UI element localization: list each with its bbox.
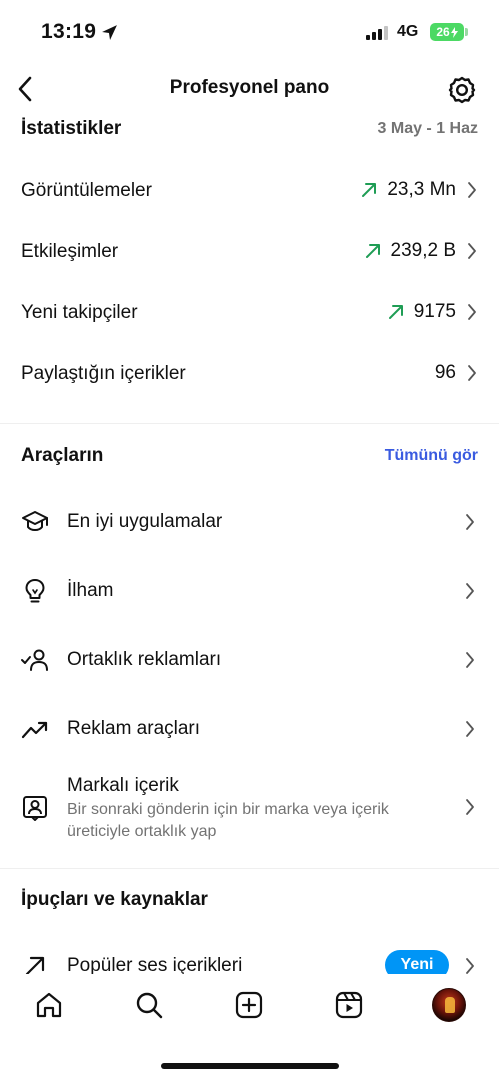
section-divider <box>0 423 499 424</box>
network-type: 4G <box>397 23 419 40</box>
stat-value: 23,3 Mn <box>387 179 456 200</box>
trend-up-icon <box>362 183 377 197</box>
trend-up-icon <box>388 305 403 319</box>
chevron-right-icon <box>468 182 476 198</box>
chevron-right-icon <box>468 304 476 320</box>
battery-level: 26 <box>436 25 450 39</box>
chevron-right-icon <box>466 799 474 815</box>
stat-row-interactions[interactable]: Etkileşimler 239,2 B <box>0 223 499 283</box>
tool-label: İlham <box>67 580 114 601</box>
chevron-right-icon <box>466 514 474 530</box>
page-title: Profesyonel pano <box>169 77 330 98</box>
tool-label: Reklam araçları <box>67 718 201 739</box>
status-time: 13:19 <box>41 20 97 43</box>
nav-bar: Profesyonel pano <box>0 64 499 114</box>
trend-up-icon <box>365 244 380 258</box>
graduation-cap-icon <box>20 507 50 537</box>
tip-row-popular-audio[interactable]: Popüler ses içerikleri Yeni <box>0 944 499 974</box>
reels-icon <box>335 991 363 1019</box>
tab-home[interactable] <box>32 988 66 1022</box>
chevron-right-icon <box>466 721 474 737</box>
charging-bolt-icon <box>450 26 458 38</box>
chevron-right-icon <box>468 243 476 259</box>
stat-label: Yeni takipçiler <box>21 302 138 323</box>
trending-up-icon <box>20 714 50 744</box>
home-indicator <box>161 1063 339 1069</box>
tool-label: Popüler ses içerikleri <box>67 955 243 974</box>
tab-search[interactable] <box>132 988 166 1022</box>
insights-header: İstatistikler 3 May - 1 Haz <box>0 114 499 148</box>
chevron-right-icon <box>466 583 474 599</box>
stat-value: 96 <box>434 362 456 383</box>
tab-reels[interactable] <box>332 988 366 1022</box>
plus-square-icon <box>235 991 263 1019</box>
cellular-signal-icon <box>366 26 388 40</box>
tool-label: Markalı içerik <box>67 775 179 796</box>
date-range: 3 May - 1 Haz <box>377 120 478 137</box>
section-divider <box>0 868 499 869</box>
battery-cap <box>465 28 468 36</box>
chevron-right-icon <box>466 958 474 974</box>
partner-check-icon <box>20 645 50 675</box>
bottom-tab-bar <box>0 974 499 1040</box>
search-icon <box>136 992 163 1019</box>
tab-create[interactable] <box>232 988 266 1022</box>
tips-header: İpuçları ve kaynaklar <box>0 885 499 919</box>
stat-label: Paylaştığın içerikler <box>21 363 186 384</box>
battery-indicator: 26 <box>430 23 464 41</box>
settings-button[interactable] <box>444 72 480 108</box>
tool-row-best-practices[interactable]: En iyi uygulamalar <box>0 494 499 550</box>
stat-value: 239,2 B <box>390 240 457 261</box>
avatar[interactable] <box>432 988 466 1022</box>
tool-row-branded-content[interactable]: Markalı içerik Bir sonraki gönderin için… <box>0 768 499 854</box>
dashboard-content[interactable]: İstatistikler 3 May - 1 Haz Görüntülemel… <box>0 114 499 974</box>
stat-value: 9175 <box>413 301 456 322</box>
stat-row-new-followers[interactable]: Yeni takipçiler 9175 <box>0 284 499 344</box>
tool-label: Ortaklık reklamları <box>67 649 222 670</box>
tool-subtitle: Bir sonraki gönderin için bir marka veya… <box>67 801 389 840</box>
tool-label: En iyi uygulamalar <box>67 511 223 532</box>
lightbulb-icon <box>20 576 50 606</box>
chevron-right-icon <box>468 365 476 381</box>
stat-label: Etkileşimler <box>21 241 119 262</box>
chevron-right-icon <box>466 652 474 668</box>
branded-content-icon <box>20 793 50 823</box>
see-all-link[interactable]: Tümünü gör <box>385 447 478 465</box>
stat-row-views[interactable]: Görüntülemeler 23,3 Mn <box>0 162 499 222</box>
tool-row-partnership-ads[interactable]: Ortaklık reklamları <box>0 632 499 688</box>
gear-icon <box>448 76 476 104</box>
badge-label: Yeni <box>400 956 434 973</box>
status-bar: 13:19 4G 26 <box>0 0 499 64</box>
tool-row-inspiration[interactable]: İlham <box>0 563 499 619</box>
tips-title: İpuçları ve kaynaklar <box>21 889 208 910</box>
avatar-image <box>445 997 455 1013</box>
tool-row-ad-tools[interactable]: Reklam araçları <box>0 701 499 757</box>
new-badge: Yeni <box>385 950 449 974</box>
insights-title: İstatistikler <box>21 118 122 139</box>
arrow-up-right-icon <box>20 951 50 974</box>
location-arrow-icon <box>102 25 117 40</box>
stat-row-content-shared[interactable]: Paylaştığın içerikler 96 <box>0 345 499 405</box>
tools-header: Araçların Tümünü gör <box>0 441 499 475</box>
home-icon <box>36 992 62 1018</box>
tools-title: Araçların <box>21 445 104 466</box>
stat-label: Görüntülemeler <box>21 180 152 201</box>
